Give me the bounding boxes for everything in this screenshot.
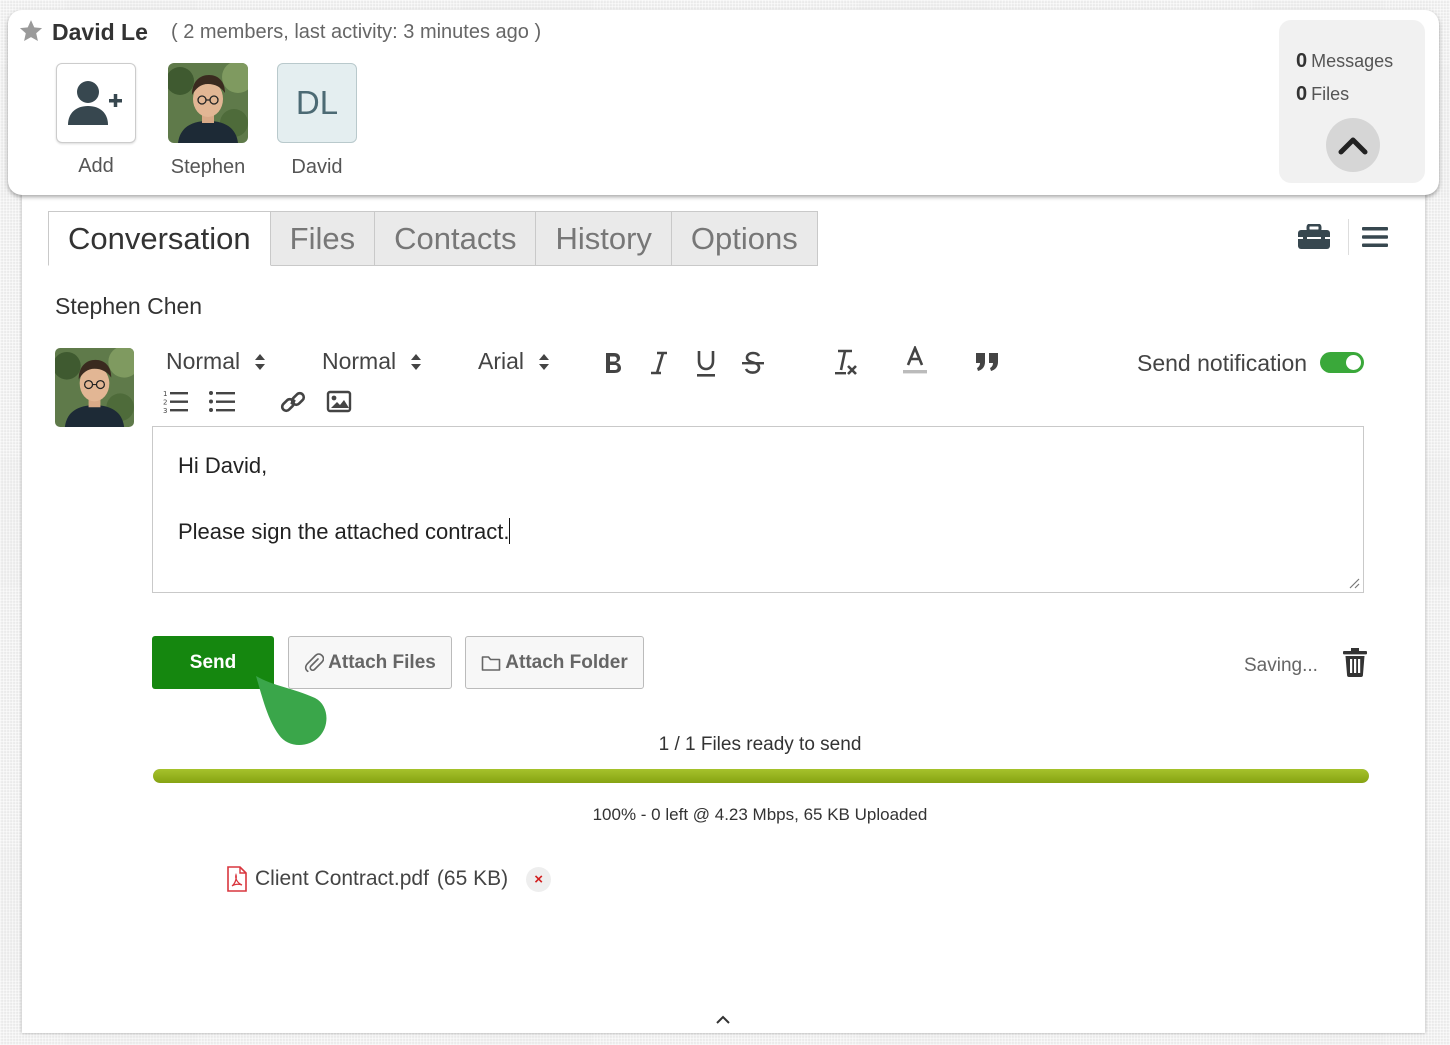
message-editor[interactable]: Hi David, Please sign the attached contr… [152, 426, 1364, 593]
stats-box: 0 Messages 0 Files [1279, 20, 1425, 183]
attached-file-size: (65 KB) [436, 867, 509, 890]
select-arrows-icon [411, 353, 422, 370]
attached-file: Client Contract.pdf (65 KB) × [227, 866, 552, 892]
add-user-icon [68, 81, 122, 125]
text-color-icon[interactable] [902, 346, 928, 376]
italic-icon[interactable] [649, 350, 669, 376]
clear-format-icon[interactable] [832, 348, 860, 378]
member-label-david: David [291, 156, 343, 178]
upload-progress-bar [153, 769, 1369, 783]
add-member-button[interactable]: Add [46, 63, 146, 178]
toolbar-divider [1348, 219, 1349, 255]
image-icon[interactable] [326, 390, 352, 414]
chevron-up-icon [1338, 137, 1368, 155]
size-select[interactable]: Normal [322, 348, 422, 375]
author-name: Stephen Chen [55, 293, 203, 319]
resize-handle-icon[interactable] [1349, 578, 1360, 589]
svg-text:1: 1 [163, 390, 167, 398]
files-stat: 0 Files [1296, 83, 1349, 106]
tab-conversation[interactable]: Conversation [48, 211, 271, 266]
stephen-photo-icon [55, 348, 134, 427]
menu-icon[interactable] [1362, 226, 1388, 248]
select-arrows-icon [539, 353, 550, 370]
underline-icon[interactable] [695, 348, 717, 378]
attach-folder-label: Attach Folder [505, 651, 628, 673]
send-notification-toggle[interactable] [1320, 352, 1364, 373]
strike-icon[interactable] [741, 350, 765, 376]
message-line-1: Hi David, [178, 453, 268, 478]
group-name: David Le [52, 19, 148, 45]
chevron-up-icon[interactable] [715, 1015, 731, 1025]
paperclip-icon [305, 652, 325, 672]
upload-stats: 100% - 0 left @ 4.23 Mbps, 65 KB Uploade… [592, 805, 928, 824]
svg-text:3: 3 [163, 407, 167, 415]
font-select[interactable]: Arial [478, 348, 550, 375]
select-arrows-icon [255, 353, 266, 370]
star-icon[interactable] [18, 18, 44, 44]
svg-text:2: 2 [163, 399, 167, 407]
attached-file-name: Client Contract.pdf [255, 867, 429, 890]
send-notification-label: Send notification [1137, 350, 1308, 376]
avatar-initials[interactable]: DL [277, 63, 357, 143]
tab-history[interactable]: History [536, 211, 672, 266]
saving-status: Saving... [1244, 655, 1318, 676]
tab-files[interactable]: Files [270, 211, 376, 266]
font-select-value: Arial [478, 348, 525, 374]
messages-count: 0 [1296, 50, 1308, 72]
files-ready-text: 1 / 1 Files ready to send [658, 734, 862, 755]
bullet-list-icon[interactable] [209, 389, 235, 415]
ordered-list-icon[interactable]: 1 2 3 [163, 389, 189, 415]
member-david[interactable]: DL David [267, 63, 367, 179]
member-label-stephen: Stephen [170, 156, 246, 178]
attach-files-label: Attach Files [328, 651, 436, 673]
group-header: David Le ( 2 members, last activity: 3 m… [8, 10, 1439, 195]
tab-contacts[interactable]: Contacts [375, 211, 537, 266]
stephen-photo-icon [168, 63, 248, 143]
link-icon[interactable] [280, 389, 306, 415]
folder-icon [481, 655, 501, 671]
remove-file-button[interactable]: × [526, 866, 552, 892]
pdf-file-icon [227, 866, 247, 892]
tab-options[interactable]: Options [671, 211, 818, 266]
text-caret [509, 518, 511, 544]
conversation-panel: Conversation Files Contacts History Opti… [22, 190, 1425, 1033]
bold-icon[interactable] [602, 350, 624, 376]
files-label: Files [1311, 84, 1350, 104]
header-select[interactable]: Normal [166, 348, 266, 375]
header-select-value: Normal [166, 348, 241, 374]
collapse-header-button[interactable] [1326, 118, 1380, 172]
tab-bar: Conversation Files Contacts History Opti… [48, 211, 818, 266]
author-avatar [55, 348, 134, 427]
member-stephen[interactable]: Stephen [158, 63, 258, 179]
attach-folder-button[interactable]: Attach Folder [465, 636, 644, 689]
member-label-add: Add [78, 155, 114, 177]
files-count: 0 [1296, 83, 1308, 105]
trash-icon[interactable] [1342, 647, 1368, 677]
upload-progress-fill [153, 769, 1369, 783]
messages-stat: 0 Messages [1296, 50, 1393, 73]
quote-icon[interactable] [975, 351, 999, 373]
size-select-value: Normal [322, 348, 397, 374]
group-meta: ( 2 members, last activity: 3 minutes ag… [171, 21, 542, 43]
avatar[interactable] [168, 63, 248, 143]
add-member-tile[interactable] [56, 63, 136, 143]
toolbox-icon[interactable] [1297, 224, 1331, 250]
message-line-2: Please sign the attached contract. [178, 519, 510, 544]
messages-label: Messages [1311, 51, 1394, 71]
